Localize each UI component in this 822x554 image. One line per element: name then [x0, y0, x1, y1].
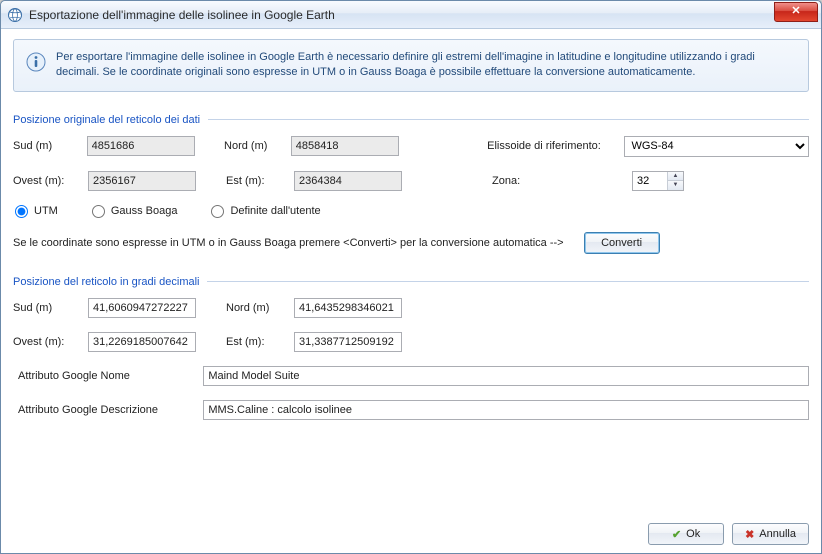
radio-user[interactable]: Definite dall'utente: [211, 205, 320, 218]
close-icon: ✕: [791, 6, 800, 17]
radio-user-label: Definite dall'utente: [230, 205, 320, 217]
cancel-button[interactable]: ✖ Annulla: [732, 523, 809, 545]
window-title: Esportazione dell'immagine delle isoline…: [29, 8, 774, 22]
cancel-icon: ✖: [745, 528, 754, 541]
section-label: Posizione originale del reticolo dei dat…: [13, 114, 200, 126]
ok-button[interactable]: ✔ Ok: [648, 523, 724, 545]
info-icon: [26, 52, 46, 72]
label-zona: Zona:: [487, 175, 632, 187]
input-dec-nord[interactable]: [294, 298, 402, 318]
label-nord: Nord (m): [224, 140, 291, 152]
row-sud-nord: Sud (m) Nord (m) Elissoide di riferiment…: [13, 136, 809, 157]
convert-button-label: Converti: [601, 237, 642, 249]
radio-coord-system: UTM Gauss Boaga Definite dall'utente: [13, 205, 809, 218]
label-attr-descr: Attributo Google Descrizione: [13, 404, 203, 416]
dialog-window: Esportazione dell'immagine delle isoline…: [0, 0, 822, 554]
spinner-arrows: ▲ ▼: [667, 172, 683, 190]
dialog-footer: ✔ Ok ✖ Annulla: [648, 523, 809, 545]
spinner-zona[interactable]: ▲ ▼: [632, 171, 684, 191]
section-original-grid: Posizione originale del reticolo dei dat…: [13, 114, 809, 126]
label-dec-sud: Sud (m): [13, 302, 88, 314]
content-area: Per esportare l'immagine delle isolinee …: [1, 29, 821, 444]
convert-hint-text: Se le coordinate sono espresse in UTM o …: [13, 237, 564, 249]
input-orig-sud[interactable]: [87, 136, 195, 156]
section-label: Posizione del reticolo in gradi decimali: [13, 276, 199, 288]
label-est: Est (m):: [226, 175, 294, 187]
radio-gauss-label: Gauss Boaga: [111, 205, 178, 217]
input-attr-descr[interactable]: [203, 400, 809, 420]
close-button[interactable]: ✕: [774, 2, 818, 22]
cancel-button-label: Annulla: [759, 528, 796, 540]
ok-button-label: Ok: [686, 528, 700, 540]
label-dec-est: Est (m):: [226, 336, 294, 348]
app-icon: [7, 7, 23, 23]
info-banner: Per esportare l'immagine delle isolinee …: [13, 39, 809, 92]
row-ovest-est: Ovest (m): Est (m): Zona: ▲ ▼: [13, 171, 809, 191]
input-orig-nord[interactable]: [291, 136, 399, 156]
label-dec-ovest: Ovest (m):: [13, 336, 88, 348]
radio-utm-label: UTM: [34, 205, 58, 217]
row-attr-descr: Attributo Google Descrizione: [13, 400, 809, 420]
radio-utm-input[interactable]: [15, 205, 28, 218]
row-dec-sud-nord: Sud (m) Nord (m): [13, 298, 809, 318]
label-dec-nord: Nord (m): [226, 302, 294, 314]
input-dec-sud[interactable]: [88, 298, 196, 318]
info-text: Per esportare l'immagine delle isolinee …: [56, 50, 796, 81]
input-dec-ovest[interactable]: [88, 332, 196, 352]
label-ellissoide: Elissoide di riferimento:: [482, 140, 624, 152]
radio-gauss-input[interactable]: [92, 205, 105, 218]
label-attr-nome: Attributo Google Nome: [13, 370, 203, 382]
radio-gauss[interactable]: Gauss Boaga: [92, 205, 178, 218]
convert-button[interactable]: Converti: [584, 232, 660, 254]
spinner-up-icon[interactable]: ▲: [668, 172, 683, 182]
section-decimal-grid: Posizione del reticolo in gradi decimali: [13, 276, 809, 288]
label-ovest: Ovest (m):: [13, 175, 88, 187]
row-attr-nome: Attributo Google Nome: [13, 366, 809, 386]
ok-icon: ✔: [672, 528, 681, 541]
radio-utm[interactable]: UTM: [15, 205, 58, 218]
select-ellissoide[interactable]: WGS-84: [624, 136, 809, 157]
row-convert-hint: Se le coordinate sono espresse in UTM o …: [13, 232, 809, 254]
input-orig-ovest[interactable]: [88, 171, 196, 191]
row-dec-ovest-est: Ovest (m): Est (m):: [13, 332, 809, 352]
spinner-down-icon[interactable]: ▼: [668, 181, 683, 190]
input-dec-est[interactable]: [294, 332, 402, 352]
input-zona[interactable]: [633, 172, 667, 190]
input-orig-est[interactable]: [294, 171, 402, 191]
radio-user-input[interactable]: [211, 205, 224, 218]
label-sud: Sud (m): [13, 140, 87, 152]
section-divider: [208, 119, 809, 120]
input-attr-nome[interactable]: [203, 366, 809, 386]
section-divider: [207, 281, 809, 282]
titlebar: Esportazione dell'immagine delle isoline…: [1, 1, 821, 29]
